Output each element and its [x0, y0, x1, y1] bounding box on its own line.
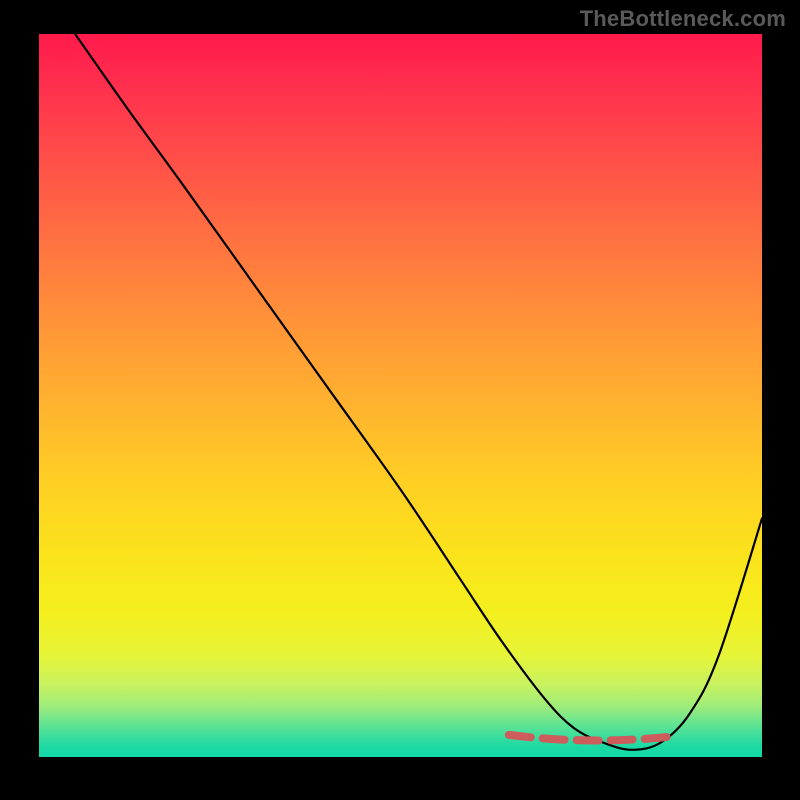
chart-container: TheBottleneck.com [0, 0, 800, 800]
attribution-label: TheBottleneck.com [580, 6, 786, 32]
bottleneck-curve-line [75, 34, 762, 750]
chart-svg [39, 34, 762, 757]
